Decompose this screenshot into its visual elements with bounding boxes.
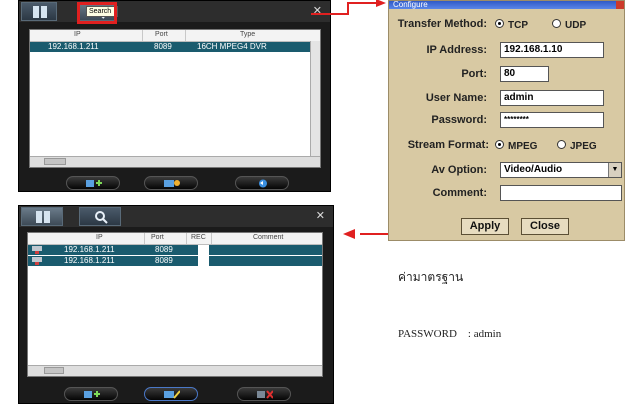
password-field[interactable]: ******** (500, 112, 604, 128)
udp-label: UDP (565, 20, 587, 31)
udp-radio[interactable]: UDP (552, 19, 586, 31)
default-values-heading: ค่ามาตรฐาน (398, 270, 464, 284)
close-icon[interactable] (616, 1, 624, 9)
dialog-title: Configure (389, 1, 624, 9)
av-option-select[interactable]: Video/Audio ▼ (500, 162, 622, 178)
mpeg-label: MPEG (508, 141, 538, 152)
password-label: Password: (431, 114, 487, 126)
mpeg-radio[interactable]: MPEG (495, 140, 537, 152)
comment-field[interactable] (500, 185, 622, 201)
port-field[interactable]: 80 (500, 66, 549, 82)
user-name-field[interactable]: admin (500, 90, 604, 106)
comment-label: Comment: (432, 187, 487, 199)
tcp-radio[interactable]: TCP (495, 19, 528, 31)
apply-button[interactable]: Apply (461, 218, 509, 235)
arrow-head-right (376, 0, 386, 7)
chevron-down-icon[interactable]: ▼ (608, 163, 621, 177)
ip-address-label: IP Address: (426, 44, 487, 56)
arrow-line-to-dialog (311, 2, 378, 15)
default-password-note: PASSWORD : admin (398, 328, 502, 340)
av-option-value: Video/Audio (504, 164, 563, 175)
tcp-label: TCP (508, 20, 528, 31)
jpeg-label: JPEG (570, 141, 597, 152)
arrow-head-left (343, 229, 355, 239)
jpeg-radio[interactable]: JPEG (557, 140, 597, 152)
configure-dialog: Configure Transfer Method: TCP UDP IP Ad… (388, 0, 625, 241)
transfer-method-label: Transfer Method: (397, 18, 487, 30)
ip-address-field[interactable]: 192.168.1.10 (500, 42, 604, 58)
close-button[interactable]: Close (521, 218, 569, 235)
user-name-label: User Name: (425, 92, 487, 104)
av-option-label: Av Option: (431, 164, 487, 176)
stream-format-label: Stream Format: (407, 139, 489, 151)
port-label: Port: (461, 68, 487, 80)
